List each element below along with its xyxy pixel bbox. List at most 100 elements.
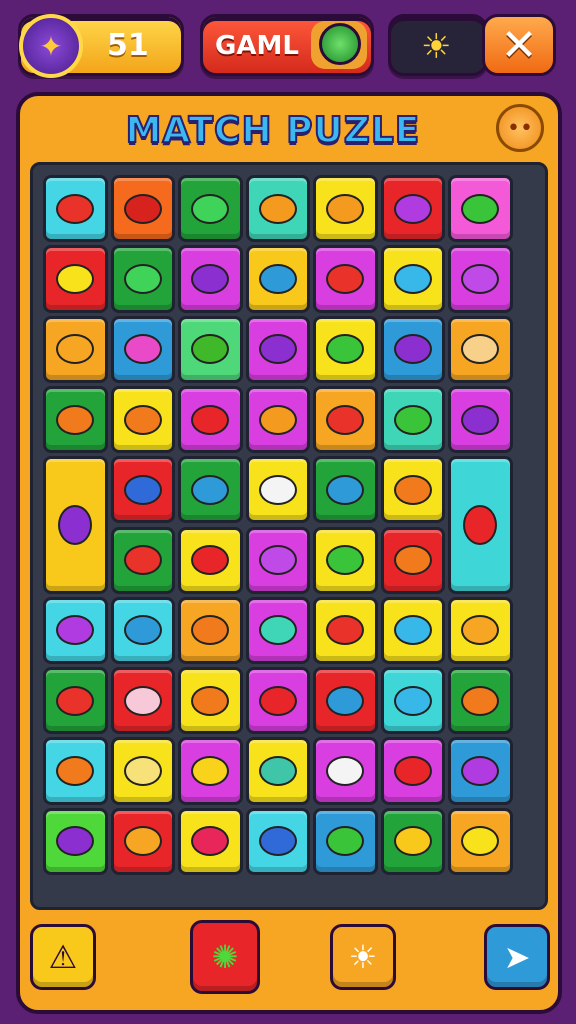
sun-button[interactable]: ☀ [388, 14, 488, 76]
game-tile[interactable] [380, 807, 445, 875]
game-tile[interactable] [245, 807, 310, 875]
game-tile[interactable] [245, 245, 310, 313]
game-tile[interactable] [448, 385, 513, 454]
game-tile[interactable] [380, 667, 445, 735]
game-tile[interactable] [178, 667, 243, 735]
game-tile[interactable] [245, 737, 310, 805]
game-tile[interactable] [110, 596, 175, 665]
game-tile[interactable] [110, 526, 175, 594]
game-tile[interactable] [448, 245, 513, 313]
sponge-icon [123, 756, 162, 787]
game-tile[interactable] [448, 315, 513, 383]
green-pin-icon [191, 193, 230, 224]
game-tile[interactable] [178, 526, 243, 594]
yellow-lemon-icon [56, 263, 95, 294]
game-tile[interactable] [110, 315, 175, 383]
game-tile[interactable] [245, 526, 310, 594]
game-tile[interactable] [178, 245, 243, 313]
game-tile[interactable] [178, 456, 243, 524]
game-tile[interactable] [43, 596, 108, 665]
game-tile[interactable] [380, 315, 445, 383]
red-critter-icon [326, 615, 365, 646]
game-tile[interactable] [110, 175, 175, 243]
game-tile[interactable] [43, 667, 108, 735]
game-tile[interactable] [245, 315, 310, 383]
game-tile[interactable] [43, 175, 108, 243]
game-tile[interactable] [313, 245, 378, 313]
green-gem-icon[interactable] [319, 23, 361, 65]
teal-pen-icon [258, 756, 297, 787]
game-tile[interactable] [110, 245, 175, 313]
orange-critter-icon [326, 193, 365, 224]
game-tile[interactable] [448, 175, 513, 243]
smiley-face-icon[interactable]: •​• [496, 104, 544, 152]
game-tile[interactable] [43, 315, 108, 383]
shuffle-button[interactable]: ☀ [330, 924, 396, 990]
red-fruit-icon [56, 685, 95, 716]
blue-pin-icon [326, 685, 365, 716]
yellow-flower-icon [461, 826, 500, 857]
game-tile[interactable] [380, 245, 445, 313]
game-tile[interactable] [448, 456, 513, 594]
game-tile[interactable] [43, 385, 108, 454]
game-tile[interactable] [178, 596, 243, 665]
orange-star-icon [56, 756, 95, 787]
game-tile[interactable] [313, 737, 378, 805]
game-tile[interactable] [380, 385, 445, 454]
game-tile[interactable] [178, 315, 243, 383]
game-tile[interactable] [448, 737, 513, 805]
game-tile[interactable] [313, 526, 378, 594]
game-tile[interactable] [43, 807, 108, 875]
game-tile[interactable] [313, 807, 378, 875]
game-label-pill[interactable]: GAML [200, 14, 374, 76]
game-tile[interactable] [380, 526, 445, 594]
game-tile[interactable] [178, 175, 243, 243]
game-tile[interactable] [245, 385, 310, 454]
next-button[interactable]: ➤ [484, 924, 550, 990]
game-tile[interactable] [313, 315, 378, 383]
game-tile[interactable] [110, 456, 175, 524]
yellow-pin-icon [191, 756, 230, 787]
white-pin-icon [326, 756, 365, 787]
game-tile[interactable] [245, 667, 310, 735]
game-tile[interactable] [245, 596, 310, 665]
game-tile[interactable] [110, 737, 175, 805]
game-tile[interactable] [43, 737, 108, 805]
game-tile[interactable] [110, 667, 175, 735]
game-tile[interactable] [313, 175, 378, 243]
purple-ball-icon [191, 263, 230, 294]
wizard-icon[interactable]: ✦ [19, 14, 83, 78]
game-tile[interactable] [178, 807, 243, 875]
orange-critter-icon [258, 404, 297, 435]
game-tile[interactable] [313, 667, 378, 735]
game-tile[interactable] [110, 385, 175, 454]
warning-icon: ⚠ [48, 938, 78, 976]
game-tile[interactable] [43, 456, 108, 594]
arrow-cursor-icon: ➤ [503, 938, 531, 976]
game-tile[interactable] [380, 456, 445, 524]
game-tile[interactable] [448, 667, 513, 735]
game-tile[interactable] [245, 456, 310, 524]
coin-counter[interactable]: ✦ 51 [18, 14, 184, 78]
game-tile[interactable] [43, 245, 108, 313]
hint-button[interactable]: ⚠ [30, 924, 96, 990]
game-tile[interactable] [448, 596, 513, 665]
orange-critter-icon [258, 193, 297, 224]
game-tile[interactable] [380, 175, 445, 243]
close-button[interactable]: ✕ [482, 14, 556, 76]
game-tile[interactable] [245, 175, 310, 243]
game-tile[interactable] [110, 807, 175, 875]
game-tile[interactable] [380, 596, 445, 665]
game-tile[interactable] [313, 385, 378, 454]
green-lemon-icon [393, 404, 432, 435]
game-tile[interactable] [178, 385, 243, 454]
game-tile[interactable] [178, 737, 243, 805]
game-tile[interactable] [448, 807, 513, 875]
game-tile[interactable] [313, 596, 378, 665]
game-tile[interactable] [313, 456, 378, 524]
orange-ball-icon [393, 474, 432, 505]
green-virus-icon: ✺ [211, 938, 239, 976]
red-blob-icon [56, 193, 95, 224]
booster-button[interactable]: ✺ [190, 920, 260, 994]
game-tile[interactable] [380, 737, 445, 805]
